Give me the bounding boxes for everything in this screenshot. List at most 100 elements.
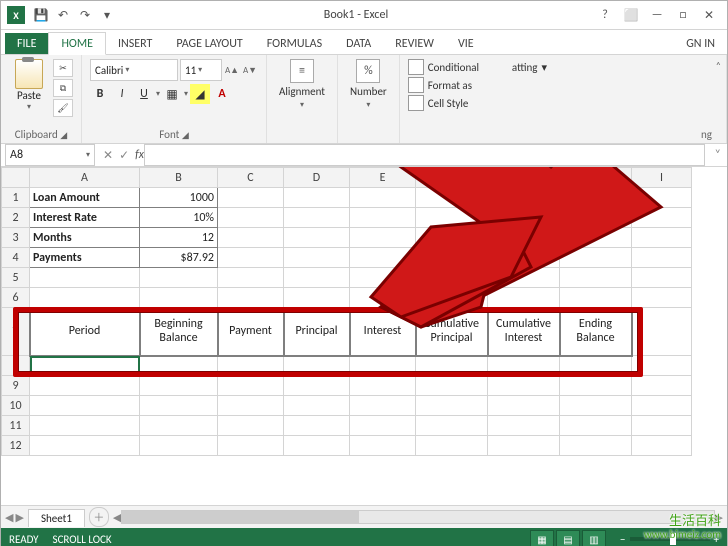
col-B[interactable]: B [140,168,218,188]
tab-insert[interactable]: INSERT [106,33,164,54]
cut-button[interactable]: ✂ [53,59,73,77]
maximize-icon[interactable]: □ [673,8,693,22]
horizontal-scrollbar[interactable]: ◀ ▶ [113,510,723,524]
italic-button[interactable]: I [112,84,132,104]
alignment-button[interactable]: ≡ Alignment ▾ [275,59,329,110]
redo-button[interactable]: ↷ [75,5,95,25]
status-bar: READY SCROLL LOCK ▦ ▤ ▥ − + [1,528,727,546]
sheet-tab-sheet1[interactable]: Sheet1 [28,509,85,527]
cancel-formula-icon[interactable]: ✕ [103,148,113,163]
ribbon-display-icon[interactable]: ⬜ [621,8,641,23]
decrease-font-button[interactable]: A▼ [242,62,258,78]
font-color-button[interactable]: A [212,84,232,104]
cell-B3[interactable]: 12 [140,228,218,248]
cell-B2[interactable]: 10% [140,208,218,228]
help-icon[interactable]: ? [595,8,615,22]
row-10[interactable]: 10 [2,396,30,416]
cell-C7[interactable]: Payment [218,308,284,356]
cell-A7[interactable]: Period [30,308,140,356]
row-8[interactable]: 8 [2,356,30,376]
cell-G7[interactable]: Cumulative Interest [488,308,560,356]
column-headers[interactable]: A B C D E F G H I [2,168,692,188]
formula-bar[interactable] [144,144,705,166]
cell-B7[interactable]: Beginning Balance [140,308,218,356]
row-3[interactable]: 3 [2,228,30,248]
group-font: Calibri▾ 11▾ A▲ A▼ B I U ▾ ▦ ▾ ◢ A [82,55,267,143]
view-page-break-button[interactable]: ▥ [582,530,606,546]
cell-A8[interactable] [30,356,140,376]
select-all-corner[interactable] [2,168,30,188]
cell-B4[interactable]: $87.92 [140,248,218,268]
col-I[interactable]: I [632,168,692,188]
col-D[interactable]: D [284,168,350,188]
row-12[interactable]: 12 [2,436,30,456]
row-7[interactable]: 7 [2,308,30,356]
cell-F7[interactable]: Cumulative Principal [416,308,488,356]
qat-customize-button[interactable]: ▾ [97,5,117,25]
format-as-table-button[interactable]: Format as [408,77,547,93]
status-ready: READY [9,533,39,546]
tab-formulas[interactable]: FORMULAS [255,33,334,54]
sign-in-link[interactable]: gn in [674,33,727,54]
conditional-formatting-button[interactable]: Conditional atting ▾ [408,59,547,75]
expand-formula-bar-icon[interactable]: ˅ [709,148,727,162]
underline-button[interactable]: U [134,84,154,104]
tab-review[interactable]: REVIEW [383,33,446,54]
col-E[interactable]: E [350,168,416,188]
row-6[interactable]: 6 [2,288,30,308]
zoom-out-icon[interactable]: − [620,533,625,546]
format-painter-button[interactable]: 🖌 [53,99,73,117]
cell-B1[interactable]: 1000 [140,188,218,208]
cell-A2[interactable]: Interest Rate [30,208,140,228]
collapse-ribbon-icon[interactable]: ˄ [716,59,721,72]
row-4[interactable]: 4 [2,248,30,268]
tab-home[interactable]: HOME [48,32,106,55]
minimize-icon[interactable]: — [647,8,667,22]
zoom-slider[interactable]: − + [620,533,719,546]
fill-color-button[interactable]: ◢ [190,84,210,104]
number-format-button[interactable]: % Number ▾ [346,59,391,110]
percent-icon: % [356,59,380,83]
cell-A3[interactable]: Months [30,228,140,248]
new-sheet-button[interactable]: ＋ [89,507,109,527]
tab-page-layout[interactable]: PAGE LAYOUT [164,33,254,54]
increase-font-button[interactable]: A▲ [224,62,240,78]
tab-view[interactable]: VIE [446,33,486,54]
zoom-in-icon[interactable]: + [714,533,719,546]
row-5[interactable]: 5 [2,268,30,288]
font-name-select[interactable]: Calibri▾ [90,59,178,81]
fx-icon[interactable]: fx [135,148,144,162]
bold-button[interactable]: B [90,84,110,104]
col-C[interactable]: C [218,168,284,188]
col-A[interactable]: A [30,168,140,188]
col-F[interactable]: F [416,168,488,188]
enter-formula-icon[interactable]: ✓ [119,148,129,163]
copy-button[interactable]: ⧉ [53,79,73,97]
paste-button[interactable]: Paste ▾ [9,59,49,112]
row-9[interactable]: 9 [2,376,30,396]
sheet-nav-next-icon[interactable]: ▶ [15,511,23,524]
row-1[interactable]: 1 [2,188,30,208]
tab-data[interactable]: DATA [334,33,383,54]
border-button[interactable]: ▦ [162,84,182,104]
cell-styles-button[interactable]: Cell Style [408,95,547,111]
font-size-select[interactable]: 11▾ [180,59,222,81]
save-button[interactable]: 💾 [31,5,51,25]
col-G[interactable]: G [488,168,560,188]
close-icon[interactable]: ✕ [699,8,719,23]
col-H[interactable]: H [560,168,632,188]
name-box[interactable]: A8▾ [5,144,95,166]
sheet-nav-prev-icon[interactable]: ◀ [5,511,13,524]
cell-A4[interactable]: Payments [30,248,140,268]
spreadsheet-grid[interactable]: A B C D E F G H I 1Loan Amount1000 2Inte… [1,167,692,456]
view-page-layout-button[interactable]: ▤ [556,530,580,546]
cell-D7[interactable]: Principal [284,308,350,356]
undo-button[interactable]: ↶ [53,5,73,25]
tab-file[interactable]: FILE [5,33,48,54]
cell-H7[interactable]: Ending Balance [560,308,632,356]
cell-E7[interactable]: Interest [350,308,416,356]
cell-A1[interactable]: Loan Amount [30,188,140,208]
row-2[interactable]: 2 [2,208,30,228]
row-11[interactable]: 11 [2,416,30,436]
view-normal-button[interactable]: ▦ [530,530,554,546]
